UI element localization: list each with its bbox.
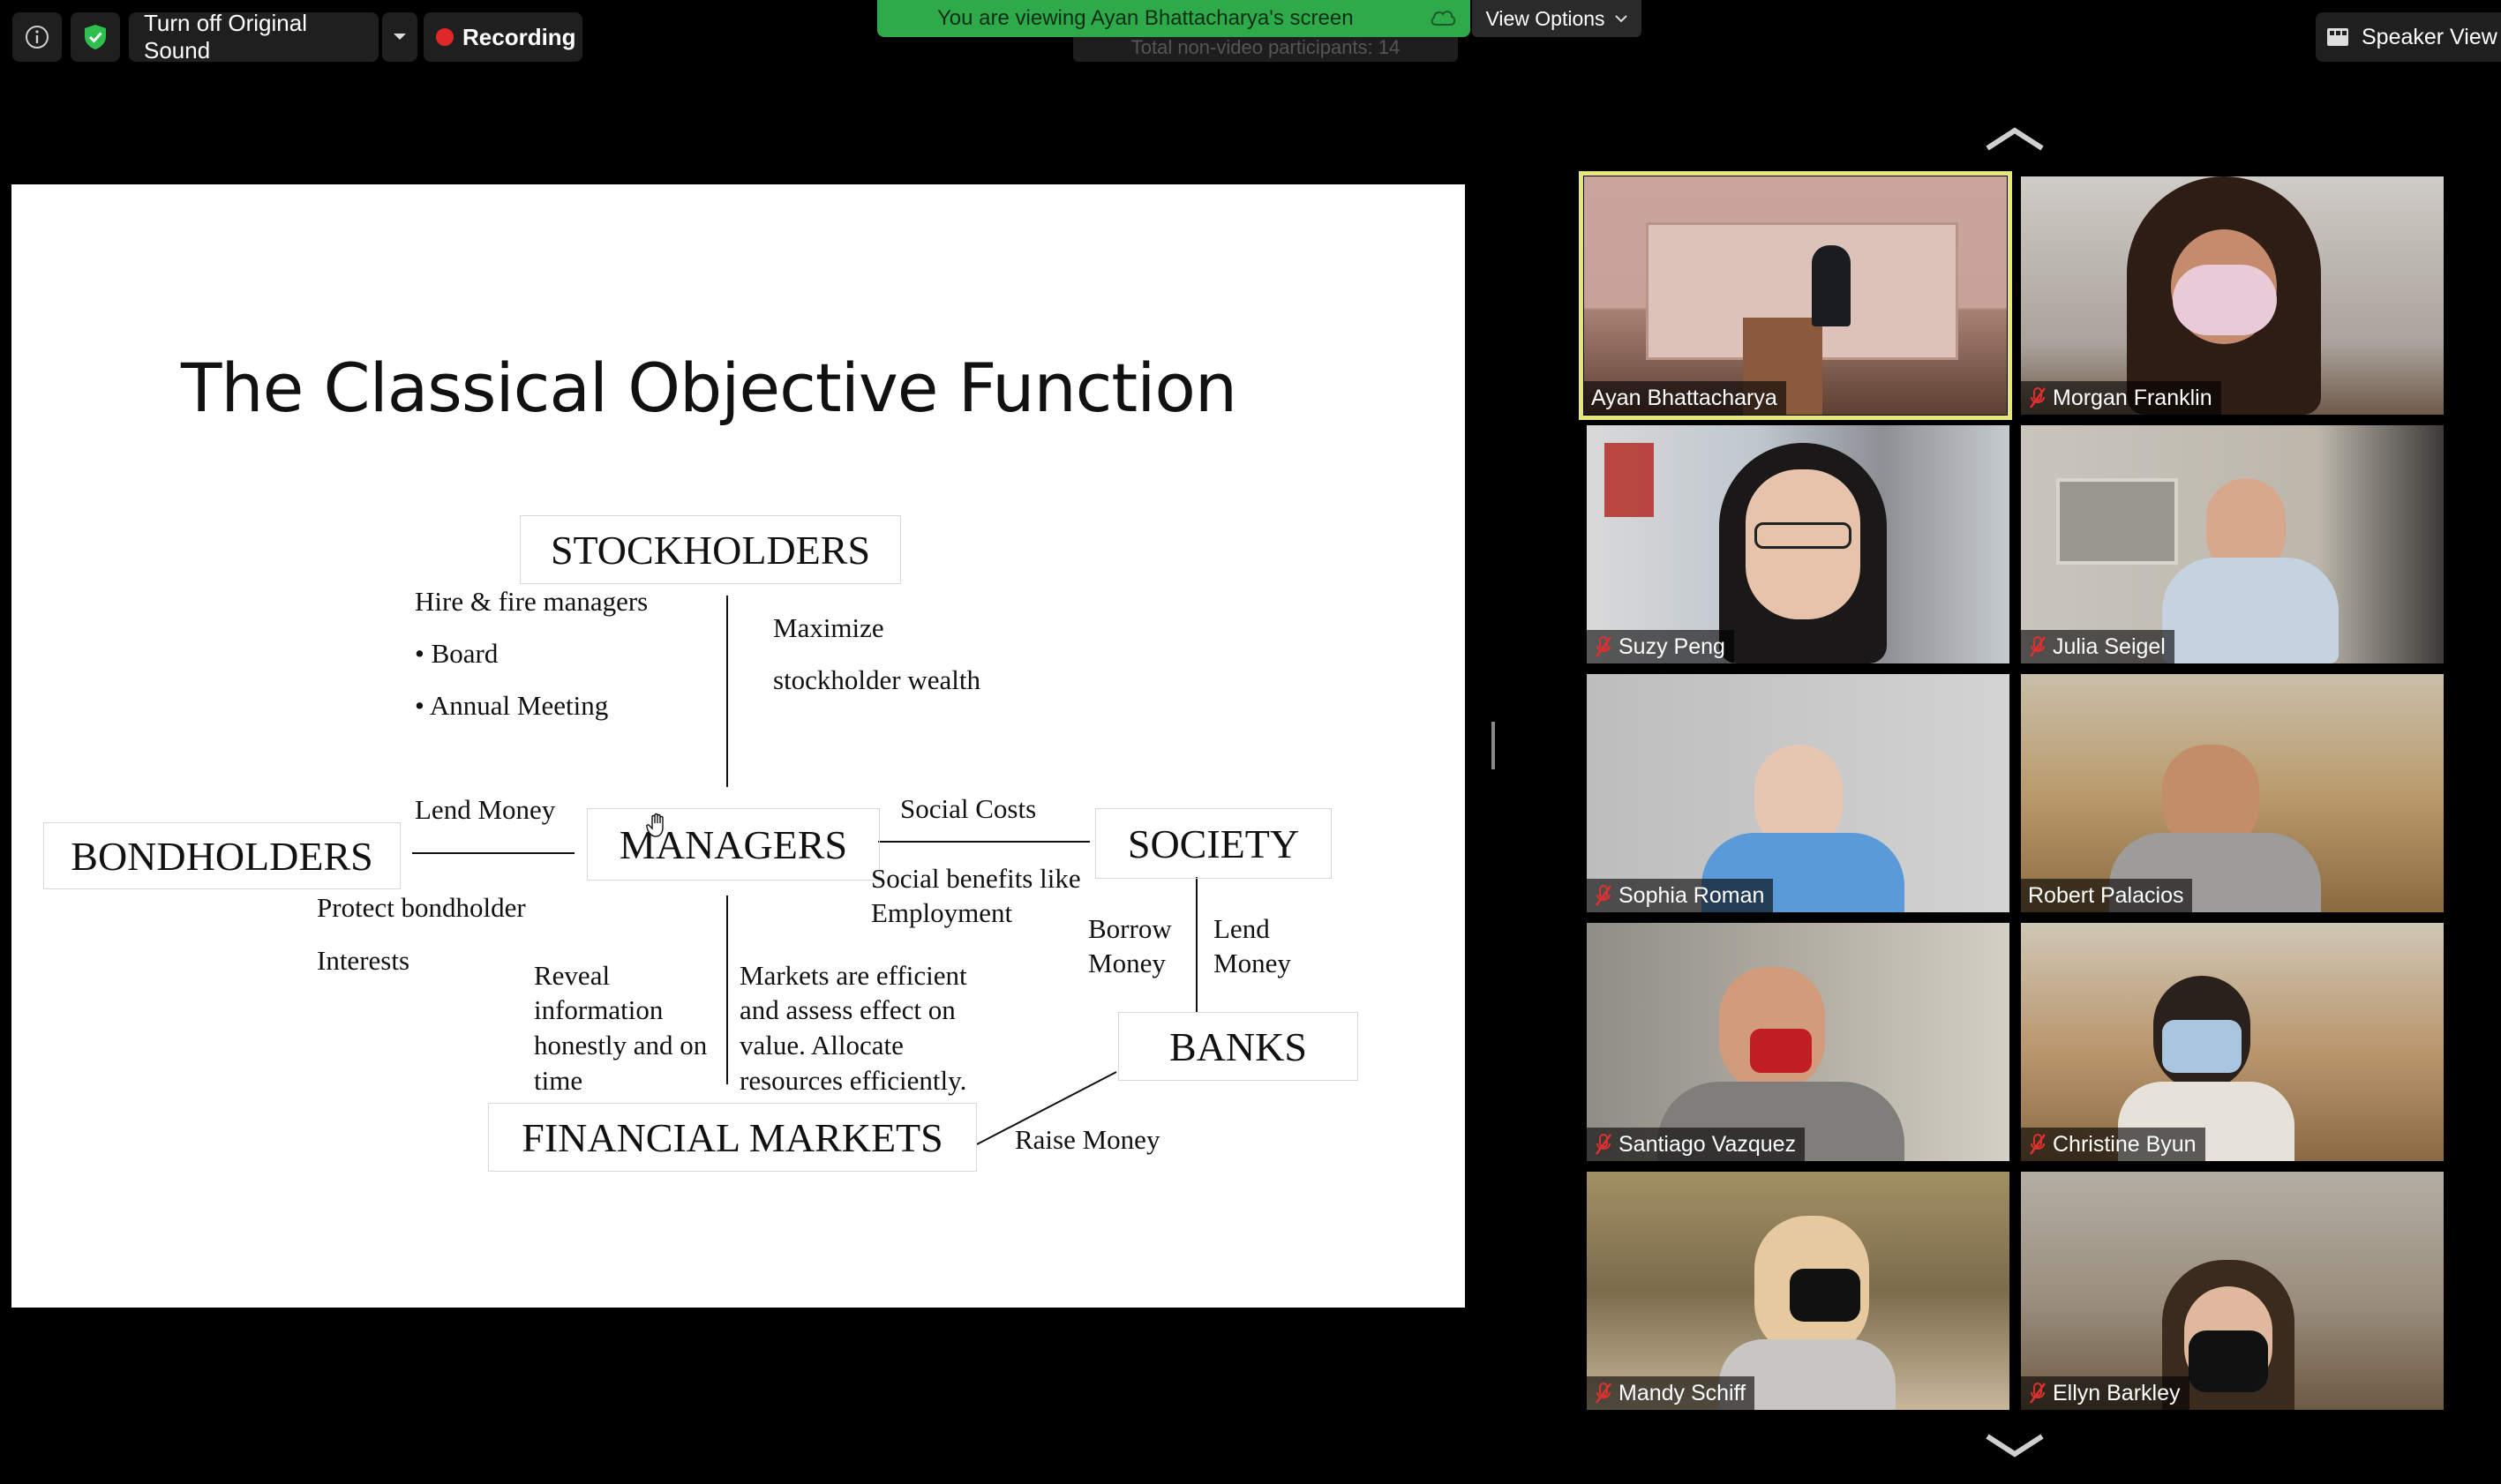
chevron-down-icon <box>1614 15 1627 23</box>
encryption-button[interactable] <box>71 12 120 62</box>
participant-name: Robert Palacios <box>2028 882 2184 908</box>
participants-info-bar: Total non-video participants: 14 <box>1073 34 1458 62</box>
participant-name: Ayan Bhattacharya <box>1591 385 1777 410</box>
interests-text: Interests <box>317 945 410 976</box>
reveal-text-2: information <box>534 994 664 1025</box>
social-benefits-text-1: Social benefits like <box>871 863 1081 894</box>
participant-name-label: Robert Palacios <box>2021 879 2193 912</box>
muted-mic-icon <box>2030 636 2046 657</box>
muted-mic-icon <box>1596 636 1611 657</box>
participant-name: Santiago Vazquez <box>1619 1131 1797 1157</box>
grid-icon <box>2327 28 2348 46</box>
participant-name-label: Ayan Bhattacharya <box>1584 381 1786 415</box>
muted-mic-icon <box>1596 885 1611 906</box>
markets-text-1: Markets are efficient <box>740 960 967 991</box>
participant-name-label: Morgan Franklin <box>2021 381 2221 415</box>
original-sound-button[interactable]: Turn off Original Sound <box>129 10 379 64</box>
participants-info-text: Total non-video participants: 14 <box>1130 36 1401 58</box>
managers-box: MANAGERS <box>587 808 880 881</box>
recording-indicator[interactable]: Recording <box>424 12 582 62</box>
participant-tile[interactable]: Sophia Roman <box>1587 674 2009 912</box>
participant-name: Suzy Peng <box>1619 633 1725 659</box>
muted-mic-icon <box>2030 1383 2046 1404</box>
view-options-label: View Options <box>1485 6 1605 30</box>
participant-name-label: Santiago Vazquez <box>1587 1128 1806 1161</box>
participant-name: Ellyn Barkley <box>2053 1380 2181 1405</box>
shared-slide: The Classical Objective Function STOCKHO… <box>11 184 1465 1308</box>
maximize-text: Maximize <box>773 612 884 643</box>
original-sound-label: Turn off Original Sound <box>144 10 307 64</box>
participant-name: Julia Seigel <box>2053 633 2166 659</box>
gallery-up-arrow-icon[interactable] <box>1984 125 2046 152</box>
participant-name-label: Christine Byun <box>2021 1128 2205 1161</box>
participant-name-label: Sophia Roman <box>1587 879 1774 912</box>
reveal-text-1: Reveal <box>534 960 611 991</box>
social-benefits-text-2: Employment <box>871 897 1013 928</box>
participant-tile[interactable]: Mandy Schiff <box>1587 1172 2009 1410</box>
bondholders-box: BONDHOLDERS <box>43 822 401 889</box>
lend-money-left-text: Lend Money <box>415 794 556 825</box>
raise-money-text: Raise Money <box>1015 1124 1160 1155</box>
participant-name-label: Suzy Peng <box>1587 630 1734 663</box>
hire-fire-text: Hire & fire managers <box>415 586 649 617</box>
protect-bondholder-text: Protect bondholder <box>317 892 526 923</box>
muted-mic-icon <box>2030 387 2046 408</box>
caret-down-icon <box>394 34 406 40</box>
participant-tile[interactable]: Suzy Peng <box>1587 425 2009 663</box>
society-box: SOCIETY <box>1095 808 1332 879</box>
shield-check-icon <box>85 25 106 49</box>
recording-label: Recording <box>462 23 576 50</box>
annual-meeting-text: • Annual Meeting <box>415 690 609 721</box>
meeting-top-bar: Turn off Original Sound Recording Total … <box>0 0 2501 74</box>
participant-name-label: Mandy Schiff <box>1587 1376 1755 1410</box>
board-text: • Board <box>415 638 499 669</box>
markets-text-4: resources efficiently. <box>740 1065 967 1096</box>
banks-box: BANKS <box>1118 1012 1358 1081</box>
lend-money-right-text-2: Money <box>1213 948 1291 978</box>
participant-name: Mandy Schiff <box>1619 1380 1746 1405</box>
participant-tile[interactable]: Ellyn Barkley <box>2021 1172 2444 1410</box>
hand-cursor-icon <box>646 813 664 837</box>
view-options-button[interactable]: View Options <box>1472 0 1641 37</box>
muted-mic-icon <box>1596 1383 1611 1404</box>
markets-text-2: and assess effect on <box>740 994 956 1025</box>
speaker-view-label: Speaker View <box>2362 24 2497 49</box>
gallery-down-arrow-icon[interactable] <box>1984 1433 2046 1459</box>
borrow-money-text-1: Borrow <box>1088 913 1172 944</box>
borrow-money-text-2: Money <box>1088 948 1166 978</box>
participant-name-label: Ellyn Barkley <box>2021 1376 2189 1410</box>
participant-tile[interactable]: Christine Byun <box>2021 923 2444 1161</box>
financial-markets-box: FINANCIAL MARKETS <box>488 1103 977 1172</box>
screen-share-banner-text: You are viewing Ayan Bhattacharya's scre… <box>937 6 1354 30</box>
participant-tile[interactable]: Robert Palacios <box>2021 674 2444 912</box>
participant-name: Christine Byun <box>2053 1131 2197 1157</box>
participant-tile[interactable]: Julia Seigel <box>2021 425 2444 663</box>
social-costs-text: Social Costs <box>900 793 1037 824</box>
lend-money-right-text-1: Lend <box>1213 913 1270 944</box>
info-button[interactable] <box>12 12 62 62</box>
screen-share-banner: You are viewing Ayan Bhattacharya's scre… <box>877 0 1470 37</box>
markets-text-3: value. Allocate <box>740 1030 904 1061</box>
info-icon <box>26 26 49 49</box>
participant-tile[interactable]: Santiago Vazquez <box>1587 923 2009 1161</box>
stockholder-wealth-text: stockholder wealth <box>773 664 981 695</box>
stockholders-box: STOCKHOLDERS <box>520 515 901 584</box>
participant-name-label: Julia Seigel <box>2021 630 2174 663</box>
participant-tile[interactable]: Ayan Bhattacharya <box>1579 171 2012 420</box>
split-view-handle[interactable] <box>1491 722 1495 769</box>
muted-mic-icon <box>1596 1134 1611 1155</box>
cloud-icon <box>1431 11 1456 26</box>
participant-tile[interactable]: Morgan Franklin <box>2021 176 2444 415</box>
reveal-text-4: time <box>534 1065 583 1096</box>
muted-mic-icon <box>2030 1134 2046 1155</box>
speaker-view-button[interactable]: Speaker View <box>2316 12 2501 62</box>
original-sound-dropdown[interactable] <box>382 12 417 62</box>
participant-name: Sophia Roman <box>1619 882 1765 908</box>
participant-name: Morgan Franklin <box>2053 385 2212 410</box>
recording-dot-icon <box>436 28 454 46</box>
reveal-text-3: honestly and on <box>534 1030 708 1061</box>
